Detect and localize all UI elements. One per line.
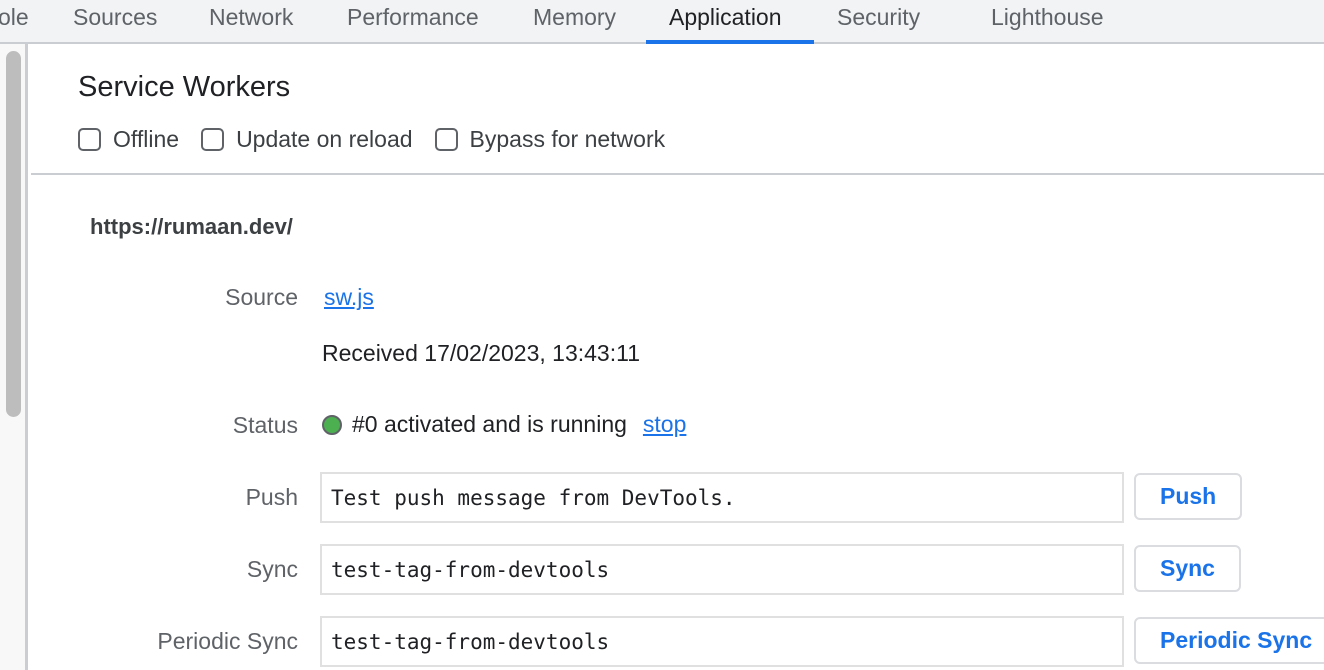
checkbox-box[interactable] <box>434 128 458 151</box>
update-on-reload-checkbox[interactable]: Update on reload <box>201 126 413 153</box>
offline-checkbox[interactable]: Offline <box>78 126 179 153</box>
status-running-icon <box>322 414 342 435</box>
sw-origin: https://rumaan.dev/ <box>90 214 293 239</box>
periodic-sync-button[interactable]: Periodic Sync <box>1134 617 1324 664</box>
source-label: Source <box>225 284 298 310</box>
section-divider <box>31 173 1324 175</box>
tab-console[interactable]: ole <box>0 0 29 42</box>
tab-memory[interactable]: Memory <box>533 0 616 42</box>
checkbox-label: Offline <box>113 126 180 152</box>
sidebar-scrollbar-thumb[interactable] <box>6 51 21 417</box>
tab-security[interactable]: Security <box>837 0 920 42</box>
tab-network[interactable]: Network <box>209 0 293 42</box>
sync-button[interactable]: Sync <box>1134 545 1241 592</box>
bypass-for-network-checkbox[interactable]: Bypass for network <box>434 126 666 153</box>
periodic-sync-input[interactable] <box>320 616 1124 667</box>
tab-lighthouse[interactable]: Lighthouse <box>991 0 1104 42</box>
received-timestamp: Received 17/02/2023, 13:43:11 <box>322 340 640 366</box>
checkbox-label: Update on reload <box>236 126 413 152</box>
stop-link[interactable]: stop <box>643 411 686 438</box>
checkbox-box[interactable] <box>78 128 101 151</box>
checkbox-box[interactable] <box>201 128 225 151</box>
status-label: Status <box>232 412 298 438</box>
panel-title: Service Workers <box>78 71 291 103</box>
source-link[interactable]: sw.js <box>324 284 374 311</box>
periodic-sync-label: Periodic Sync <box>157 628 298 654</box>
push-label: Push <box>245 484 298 510</box>
status-text: #0 activated and is running <box>352 411 627 437</box>
push-input[interactable] <box>320 472 1124 523</box>
devtools-tab-bar: ole Sources Network Performance Memory A… <box>0 0 1324 44</box>
checkbox-label: Bypass for network <box>469 126 666 152</box>
sw-options: Offline Update on reload Bypass for netw… <box>78 126 687 153</box>
tab-application[interactable]: Application <box>669 0 782 42</box>
sync-label: Sync <box>246 556 298 582</box>
service-workers-panel: Service Workers Offline Update on reload… <box>31 44 1324 670</box>
tab-sources[interactable]: Sources <box>73 0 157 42</box>
push-button[interactable]: Push <box>1134 473 1243 520</box>
tab-performance[interactable]: Performance <box>347 0 479 42</box>
sync-input[interactable] <box>320 544 1124 595</box>
status-value: #0 activated and is running stop <box>322 411 686 438</box>
